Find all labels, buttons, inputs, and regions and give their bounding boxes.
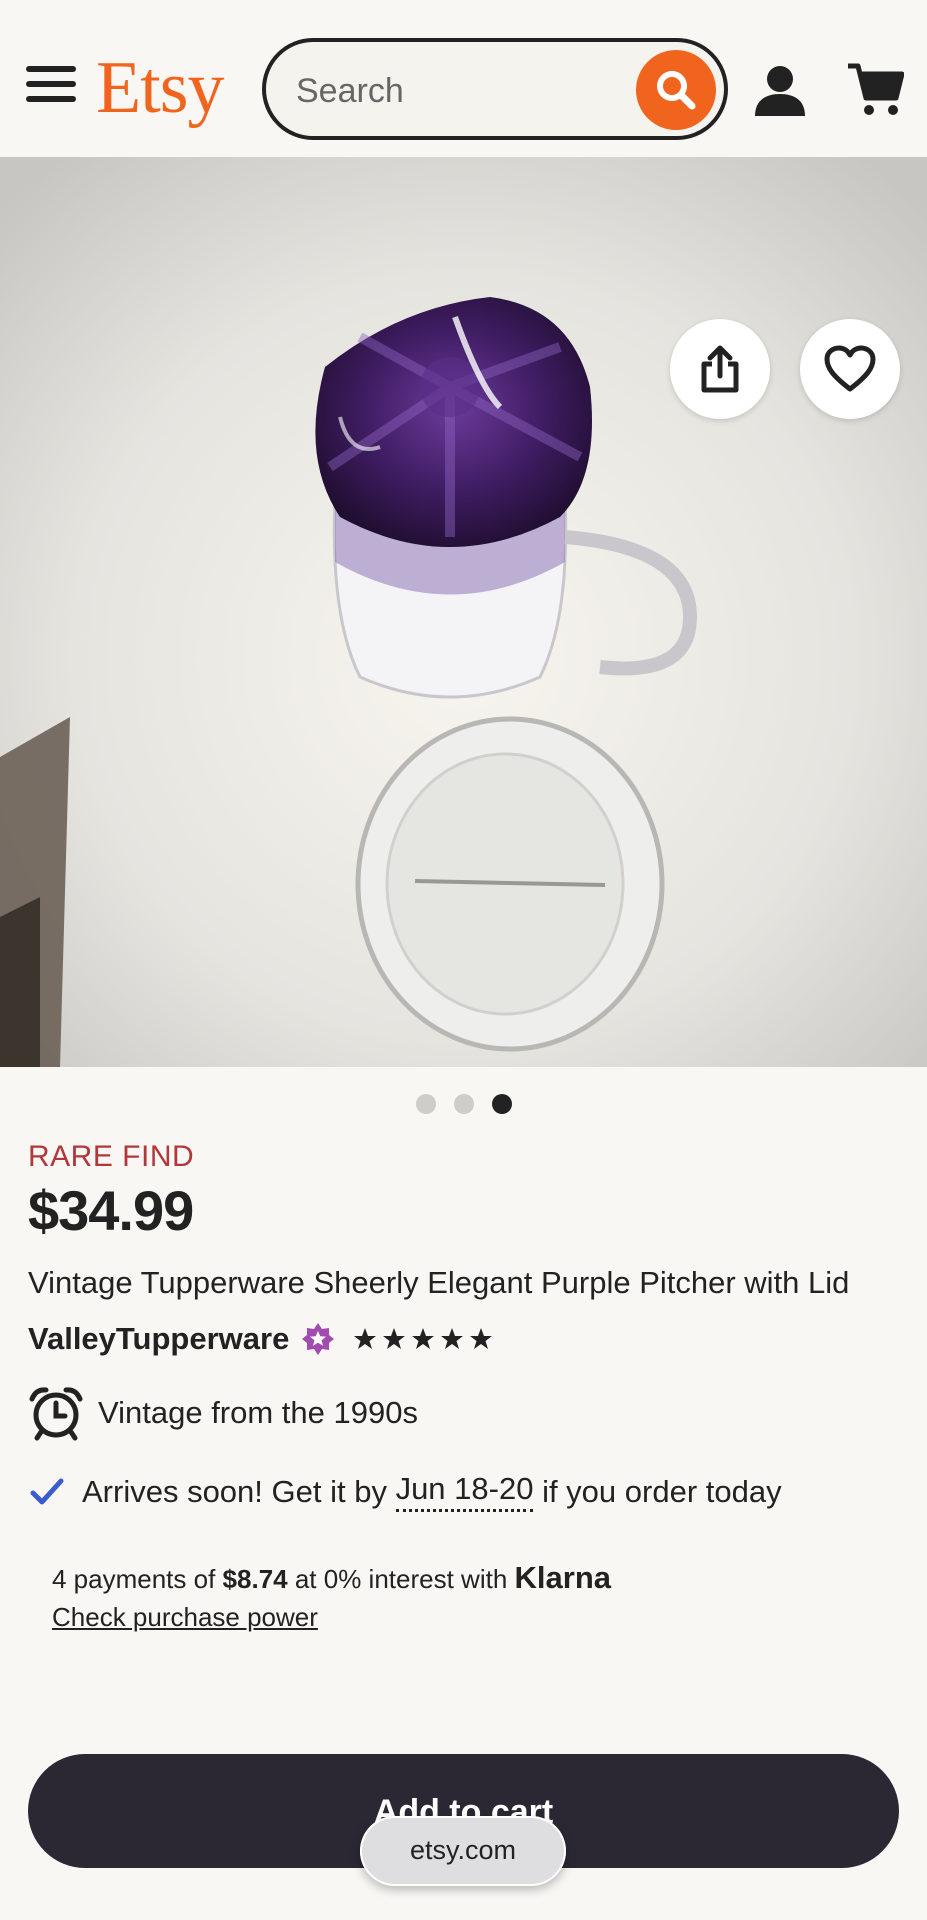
heart-icon: [824, 345, 876, 392]
search-input[interactable]: [294, 66, 628, 116]
etsy-logo[interactable]: Etsy: [96, 48, 225, 128]
favorite-button[interactable]: [800, 319, 900, 419]
search-bar[interactable]: [262, 38, 728, 140]
search-button[interactable]: [636, 50, 716, 130]
star-icon: [383, 1328, 406, 1349]
magnifier-icon: [657, 71, 696, 110]
header: Etsy: [0, 0, 927, 157]
product-details: RARE FIND $34.99 Vintage Tupperware Shee…: [28, 1140, 908, 1633]
check-purchase-power-link[interactable]: Check purchase power: [52, 1602, 318, 1633]
cart-button[interactable]: [846, 60, 905, 118]
share-button[interactable]: [670, 319, 770, 419]
rating-stars[interactable]: [353, 1327, 493, 1351]
carousel-dot-2[interactable]: [453, 1094, 474, 1114]
delivery-info: Arrives soon! Get it by Jun 18-20 if you…: [28, 1471, 908, 1512]
vintage-info: Vintage from the 1990s: [28, 1385, 908, 1441]
klarna-financing: 4 payments of $8.74 at 0% interest with …: [52, 1560, 908, 1633]
checkmark-icon: [30, 1478, 64, 1504]
pitcher-photo: [0, 157, 927, 1067]
star-seller-badge-icon: [302, 1323, 335, 1355]
browser-url-pill[interactable]: etsy.com: [360, 1816, 566, 1886]
star-icon: [441, 1328, 464, 1349]
product-image[interactable]: [0, 157, 927, 1067]
star-icon: [412, 1328, 435, 1349]
seller-row: ValleyTupperware: [28, 1321, 908, 1357]
klarna-prefix: 4 payments of: [52, 1564, 223, 1594]
delivery-dates-link[interactable]: Jun 18-20: [395, 1471, 534, 1512]
klarna-logo: Klarna: [514, 1560, 611, 1595]
star-icon: [470, 1328, 493, 1349]
alarm-clock-icon: [29, 1387, 83, 1441]
vintage-text: Vintage from the 1990s: [98, 1395, 418, 1430]
account-button[interactable]: [752, 62, 808, 118]
image-carousel-dots: [0, 1094, 927, 1114]
klarna-middle: at 0% interest with: [287, 1564, 515, 1594]
delivery-suffix: if you order today: [533, 1473, 782, 1509]
delivery-prefix: Arrives soon! Get it by: [82, 1473, 396, 1509]
cart-icon: [848, 63, 905, 115]
user-icon: [755, 66, 805, 116]
hamburger-menu-icon: [26, 66, 76, 72]
product-title: Vintage Tupperware Sheerly Elegant Purpl…: [28, 1265, 850, 1300]
star-icon: [354, 1328, 377, 1349]
carousel-dot-3[interactable]: [491, 1094, 512, 1114]
menu-button[interactable]: [26, 66, 76, 110]
seller-name[interactable]: ValleyTupperware: [28, 1321, 289, 1357]
carousel-dot-1[interactable]: [415, 1094, 436, 1114]
klarna-amount: $8.74: [222, 1564, 288, 1594]
rare-find-badge: RARE FIND: [28, 1140, 195, 1173]
price: $34.99: [28, 1179, 194, 1242]
klarna-text: 4 payments of $8.74 at 0% interest with …: [52, 1560, 908, 1596]
share-icon: [701, 345, 739, 393]
